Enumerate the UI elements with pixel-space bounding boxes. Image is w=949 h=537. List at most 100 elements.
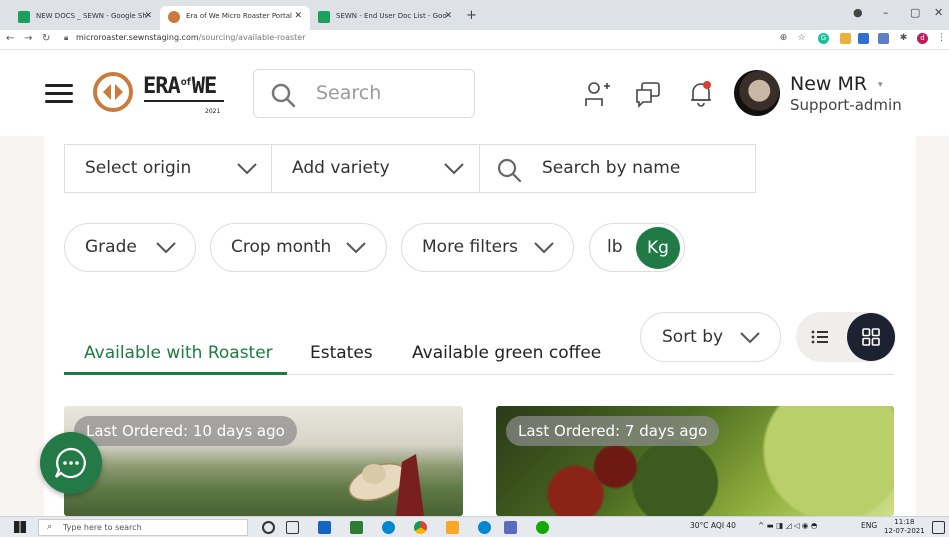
chrome-browser-icon[interactable] [414, 521, 427, 534]
taskbar-search-input[interactable]: ⌕ Type here to search [38, 519, 248, 536]
crop-month-label: Crop month [231, 237, 332, 257]
more-filters-label: More filters [422, 237, 518, 257]
chevron-down-icon [740, 332, 760, 344]
mail-app-icon[interactable] [318, 521, 331, 534]
reload-icon[interactable]: ↻ [42, 33, 50, 44]
url-host: microroaster.sewnstaging.com [76, 33, 199, 42]
close-window-icon[interactable]: ✕ [934, 6, 943, 19]
minimize-icon[interactable]: – [883, 6, 889, 19]
chevron-down-icon [156, 242, 176, 254]
browser-tab-strip: NEW DOCS _ SEWN - Google Sh ✕ Era of We … [0, 0, 949, 30]
url-path: /sourcing/available-roaster [198, 33, 306, 42]
maximize-icon[interactable]: ▢ [910, 6, 920, 19]
unit-kg-option[interactable]: Kg [636, 227, 680, 269]
grid-view-icon [862, 328, 880, 346]
language-indicator[interactable]: ENG [861, 521, 877, 530]
chat-button[interactable] [40, 432, 102, 494]
era-of-we-wordmark[interactable]: ERAofWE [143, 74, 217, 99]
taskbar-clock[interactable]: 11:18 12-07-2021 [884, 518, 925, 536]
cortana-icon[interactable] [262, 521, 275, 534]
coffee-card[interactable]: Last Ordered: 10 days ago [64, 406, 463, 516]
user-avatar[interactable] [734, 70, 780, 116]
chevron-down-icon [444, 163, 464, 175]
hamburger-menu-icon[interactable] [45, 84, 73, 104]
search-by-name-input[interactable]: Search by name [479, 144, 756, 193]
search-icon [271, 83, 296, 108]
coffee-card[interactable]: Last Ordered: 7 days ago [496, 406, 894, 516]
zoom-icon[interactable]: ⊕ [778, 33, 789, 44]
lock-icon[interactable]: 🔒︎ [64, 33, 68, 43]
sort-by-dropdown[interactable]: Sort by [640, 312, 781, 362]
search-icon [497, 158, 522, 183]
grid-view-button[interactable] [847, 313, 895, 361]
close-tab-icon[interactable]: ✕ [444, 11, 452, 21]
extension-grammarly-icon[interactable]: G [818, 33, 829, 44]
user-menu-caret-icon[interactable]: ▾ [878, 80, 883, 90]
clock-time: 11:18 [894, 518, 915, 526]
browser-tab-active[interactable]: Era of We Micro Roaster Portal ✕ [160, 6, 310, 30]
unit-lb-option[interactable]: lb [607, 237, 623, 257]
extension-icon[interactable] [840, 33, 851, 44]
back-icon[interactable]: ← [6, 33, 14, 44]
extension-icon[interactable] [858, 33, 869, 44]
era-of-we-logo-icon[interactable] [93, 70, 133, 114]
upwork-icon[interactable] [536, 521, 549, 534]
more-filters-dropdown[interactable]: More filters [401, 223, 574, 272]
select-origin-dropdown[interactable]: Select origin [64, 144, 272, 193]
grade-label: Grade [85, 237, 137, 257]
close-tab-icon[interactable]: ✕ [294, 11, 302, 21]
last-ordered-badge: Last Ordered: 7 days ago [506, 416, 720, 446]
grade-filter-dropdown[interactable]: Grade [64, 223, 196, 272]
weather-widget[interactable]: 30°C AQI 40 [690, 521, 736, 530]
chrome-account-icon[interactable]: ● [853, 6, 863, 19]
weather-text: 30°C AQI 40 [690, 521, 736, 530]
address-bar: ← → ↻ 🔒︎ microroaster.sewnstaging.com/so… [0, 30, 949, 50]
new-tab-button[interactable]: + [466, 8, 477, 23]
task-view-icon[interactable] [286, 521, 299, 534]
tab-available-with-roaster[interactable]: Available with Roaster [84, 343, 273, 363]
taskbar-search-icon: ⌕ [47, 522, 53, 532]
teams-icon[interactable] [504, 521, 517, 534]
close-tab-icon[interactable]: ✕ [144, 11, 152, 21]
global-search-input[interactable]: Search [253, 69, 475, 118]
tab-estates[interactable]: Estates [310, 343, 373, 363]
forward-icon[interactable]: → [24, 33, 32, 44]
chat-bubble-icon [54, 447, 86, 479]
bookmark-star-icon[interactable]: ☆ [796, 33, 807, 44]
logo-underline [144, 100, 224, 102]
file-explorer-icon[interactable] [446, 521, 459, 534]
chrome-menu-icon[interactable]: ⋮ [936, 33, 947, 44]
extensions-puzzle-icon[interactable]: ✱ [898, 33, 909, 44]
logo-word-of: of [180, 76, 192, 88]
user-name[interactable]: New MR [790, 73, 867, 95]
browser-tab-title: Era of We Micro Roaster Portal [186, 12, 292, 20]
edge-browser-icon[interactable] [382, 521, 395, 534]
global-search-placeholder: Search [316, 82, 382, 104]
browser-tab[interactable]: NEW DOCS _ SEWN - Google Sh ✕ [10, 6, 160, 30]
notification-bell-icon[interactable] [688, 80, 714, 108]
tab-available-green-coffee[interactable]: Available green coffee [412, 343, 601, 363]
extension-icon[interactable] [878, 33, 889, 44]
sheets-icon [318, 11, 330, 23]
crop-month-filter-dropdown[interactable]: Crop month [210, 223, 387, 272]
user-role: Support-admin [790, 96, 902, 114]
messages-icon[interactable] [634, 80, 662, 108]
windows-start-icon[interactable] [14, 521, 26, 533]
add-user-icon[interactable] [582, 80, 610, 108]
logo-year: 2021 [205, 108, 221, 115]
store-app-icon[interactable] [350, 521, 363, 534]
profile-avatar-icon[interactable]: d [917, 33, 928, 44]
logo-word-we: WE [191, 74, 217, 99]
add-variety-label: Add variety [292, 158, 390, 178]
add-variety-dropdown[interactable]: Add variety [271, 144, 480, 193]
skype-icon[interactable] [478, 521, 491, 534]
era-of-we-favicon [168, 11, 180, 23]
tray-icons[interactable]: ^ ▬ ◨ ◿ ◁ ◉ ◓ [758, 521, 817, 530]
url-field[interactable]: microroaster.sewnstaging.com/sourcing/av… [76, 33, 305, 42]
notification-center-icon[interactable] [932, 521, 945, 534]
browser-tab[interactable]: SEWN - End User Doc List - Goo ✕ [310, 6, 460, 30]
search-by-name-placeholder: Search by name [542, 158, 681, 178]
active-tab-indicator [64, 372, 287, 375]
chevron-down-icon [534, 242, 554, 254]
list-view-icon[interactable] [808, 325, 832, 349]
